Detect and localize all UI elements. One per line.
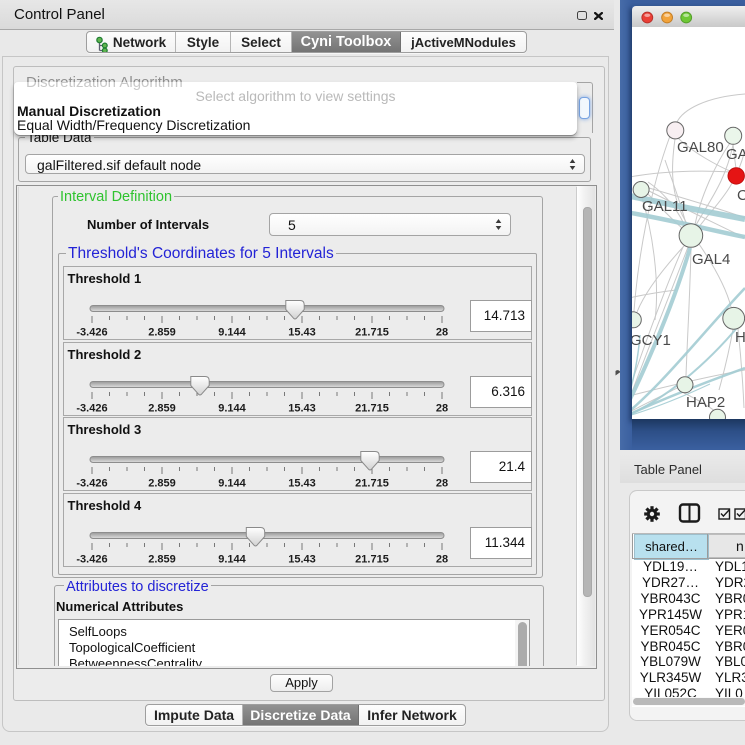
svg-text:15.43: 15.43 [288, 327, 316, 339]
svg-text:2.859: 2.859 [148, 478, 176, 490]
svg-text:C: C [737, 187, 745, 204]
svg-text:2.859: 2.859 [148, 402, 176, 414]
svg-text:9.144: 9.144 [218, 402, 246, 414]
svg-text:GAL11: GAL11 [642, 198, 688, 215]
svg-text:-3.426: -3.426 [76, 478, 107, 490]
svg-text:9.144: 9.144 [218, 327, 246, 339]
svg-text:-3.426: -3.426 [76, 402, 107, 414]
svg-text:28: 28 [436, 402, 448, 414]
svg-text:15.43: 15.43 [288, 478, 316, 490]
svg-text:GA: GA [726, 146, 745, 163]
svg-text:21.715: 21.715 [355, 327, 389, 339]
svg-text:-3.426: -3.426 [76, 553, 107, 565]
svg-text:H: H [735, 329, 745, 346]
svg-text:21.715: 21.715 [355, 553, 389, 565]
svg-text:GAL80: GAL80 [677, 139, 724, 156]
svg-text:2.859: 2.859 [148, 327, 176, 339]
svg-text:9.144: 9.144 [218, 553, 246, 565]
svg-text:28: 28 [436, 478, 448, 490]
svg-text:15.43: 15.43 [288, 553, 316, 565]
svg-text:28: 28 [436, 327, 448, 339]
svg-text:21.715: 21.715 [355, 478, 389, 490]
svg-text:2.859: 2.859 [148, 553, 176, 565]
svg-text:GCY1: GCY1 [632, 332, 671, 349]
svg-text:21.715: 21.715 [355, 402, 389, 414]
svg-text:HAP2: HAP2 [686, 394, 725, 411]
svg-text:28: 28 [436, 553, 448, 565]
svg-text:15.43: 15.43 [288, 402, 316, 414]
svg-text:9.144: 9.144 [218, 478, 246, 490]
svg-text:GAL4: GAL4 [692, 251, 730, 268]
svg-text:-3.426: -3.426 [76, 327, 107, 339]
